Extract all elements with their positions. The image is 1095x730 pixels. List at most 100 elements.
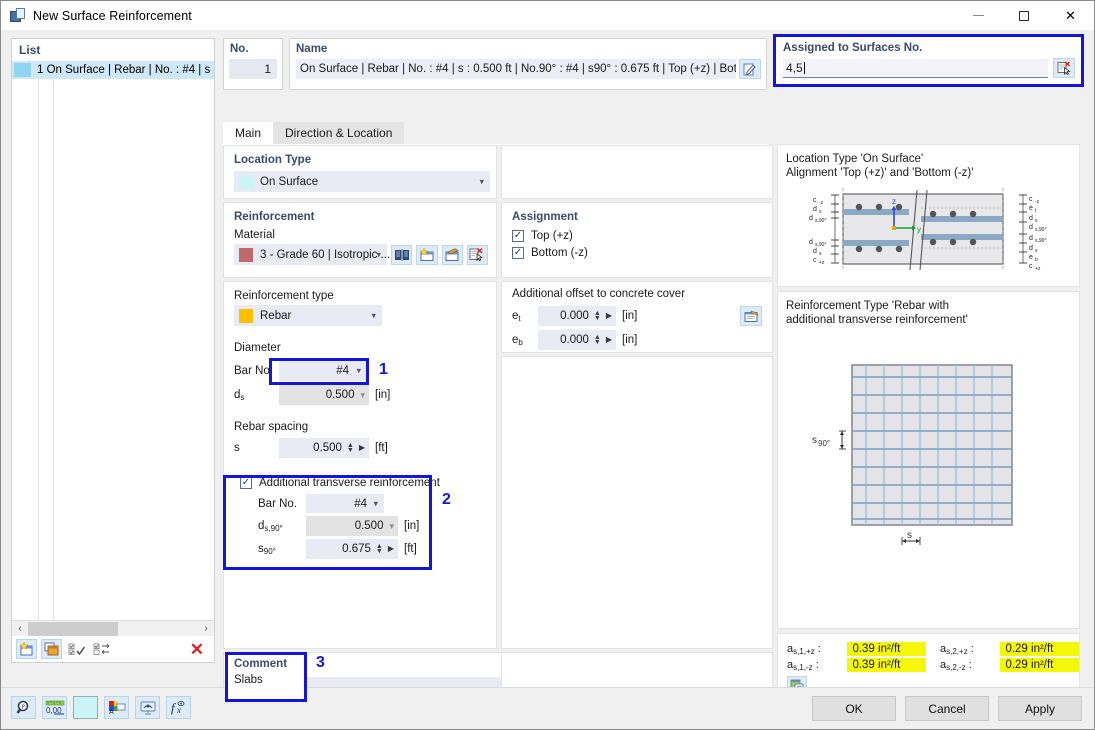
dialog-buttons: OK Cancel Apply [812,696,1082,721]
result-label-4: as,2,-z : [940,658,972,672]
name-input[interactable]: On Surface | Rebar | No. : #4 | s : 0.50… [296,59,736,79]
ok-button[interactable]: OK [812,696,896,721]
svg-text:t: t [1035,208,1037,214]
svg-text:d: d [1029,235,1033,242]
spinner-icon[interactable]: ▲ ▼ [594,334,601,346]
reinforcement-type-swatch [239,308,253,323]
close-button[interactable]: ✕ [1047,1,1094,30]
pick-surfaces-icon[interactable] [1053,58,1075,78]
select-all-button[interactable] [66,639,87,659]
new-material-button[interactable] [416,244,438,265]
spinner-icon[interactable]: ▲ ▼ [347,442,354,454]
et-input[interactable]: 0.000 ▲ ▼ ▶ [538,306,616,326]
scroll-track[interactable] [28,621,198,636]
invert-selection-button[interactable] [91,639,112,659]
svg-text:90°: 90° [818,439,830,448]
svg-text:y: y [917,225,921,234]
cross-section-diagram: z y c -z ds d s,90° d s,90° ds c +z c -z… [809,188,1046,272]
text-label-icon[interactable]: A [104,696,129,719]
results-panel: as,1,+z : 0.39 in²/ft as,2,+z : 0.29 in²… [777,633,1080,695]
color-swatch-icon[interactable] [73,696,98,719]
svg-text:+z: +z [819,260,825,266]
svg-text:s: s [812,435,817,446]
assignment-bottom-checkbox[interactable] [512,247,524,259]
scroll-thumb[interactable] [28,621,118,636]
formula-icon[interactable]: fx [166,696,191,719]
pick-material-button[interactable] [466,244,488,265]
eb-input[interactable]: 0.000 ▲ ▼ ▶ [538,330,616,350]
transverse-checkbox-label: Additional transverse reinforcement [259,477,440,489]
expand-icon[interactable]: ▶ [606,330,612,350]
list-horizontal-scrollbar[interactable]: ‹ › [12,620,214,636]
transverse-checkbox[interactable] [240,477,252,489]
assigned-surfaces-input[interactable]: 4,5 [783,58,1048,78]
material-library-button[interactable] [391,244,413,265]
scroll-left-icon[interactable]: ‹ [12,623,28,634]
location-type-swatch [239,174,253,189]
apply-button[interactable]: Apply [998,696,1082,721]
blank-panel-bottom [501,356,773,649]
svg-text:e: e [1029,205,1033,212]
bar-no-select[interactable]: #4 ▾ [279,360,367,381]
copy-item-button[interactable] [41,639,62,659]
edit-pencil-icon[interactable] [739,59,761,79]
number-value[interactable]: 1 [229,59,277,79]
ds90-unit: [in] [404,520,420,532]
svg-text:z: z [892,197,896,206]
decimal-places-icon[interactable]: 0,00 [42,696,67,719]
svg-text:d: d [809,239,813,246]
s-label: s [234,442,240,454]
list-item-label: 1 On Surface | Rebar | No. : #4 | s : 0.… [37,64,214,76]
scroll-right-icon[interactable]: › [198,623,214,634]
magnifier-icon[interactable]: P [11,696,36,719]
new-item-button[interactable] [16,639,37,659]
reinforcement-type-select[interactable]: Rebar ▾ [234,305,382,326]
spinner-icon[interactable]: ▲ ▼ [594,310,601,322]
assignment-panel: Assignment Top (+z) Bottom (-z) [501,202,773,278]
blank-panel-top [501,145,773,199]
list-item[interactable]: 1 On Surface | Rebar | No. : #4 | s : 0.… [12,61,214,79]
svg-text:+z: +z [1035,266,1041,272]
assignment-top-checkbox[interactable] [512,230,524,242]
svg-text:P: P [21,704,25,711]
reinforcement-type-label: Reinforcement type [234,290,334,302]
material-select[interactable]: 3 - Grade 60 | Isotropic ... ▾ [234,244,390,265]
eb-label: eb [512,333,523,347]
rebar-spacing-label: Rebar spacing [234,421,309,433]
number-label: No. [230,43,249,55]
tab-main[interactable]: Main [223,122,274,144]
display-properties-icon[interactable] [135,696,160,719]
delete-item-button[interactable]: ✕ [190,641,204,658]
list-body[interactable]: 1 On Surface | Rebar | No. : #4 | s : 0.… [12,61,214,620]
list-toolbar: ✕ [12,636,214,662]
minimize-icon [972,15,984,16]
edit-material-button[interactable] [441,244,463,265]
result-value-3: 0.39 in²/ft [847,658,926,672]
maximize-button[interactable] [1001,1,1047,30]
cover-settings-icon[interactable] [740,306,762,326]
comment-value[interactable]: Slabs [234,674,304,686]
s90-input[interactable]: 0.675 ▲ ▼ ▶ [306,539,398,559]
spinner-icon[interactable]: ▲ ▼ [376,543,383,555]
svg-text:e: e [1029,254,1033,261]
expand-icon[interactable]: ▶ [359,438,365,458]
location-type-select[interactable]: On Surface ▾ [234,171,490,192]
expand-icon[interactable]: ▶ [388,539,394,559]
tab-direction-location[interactable]: Direction & Location [273,122,405,144]
s-input[interactable]: 0.500 ▲ ▼ ▶ [279,438,369,458]
minimize-button[interactable] [955,1,1001,30]
transverse-bar-no-select[interactable]: #4 ▾ [306,494,384,513]
reinforcement-label: Reinforcement [234,211,315,223]
footer-toolbar: P 0,00 A fx [11,696,191,719]
expand-icon[interactable]: ▶ [606,306,612,326]
reinforcement-type-value: Rebar [260,309,292,322]
ds-value: 0.500 ▾ [279,385,369,405]
cancel-button[interactable]: Cancel [905,696,989,721]
svg-text:d: d [1029,245,1033,252]
ds90-number: 0.500 [354,520,384,532]
chevron-down-icon: ▾ [389,521,394,531]
results-grid: as,1,+z : 0.39 in²/ft as,2,+z : 0.29 in²… [778,634,1079,672]
chevron-down-icon: ▾ [356,365,361,375]
title-bar: New Surface Reinforcement ✕ [1,1,1094,30]
chevron-down-icon: ▾ [376,249,381,259]
